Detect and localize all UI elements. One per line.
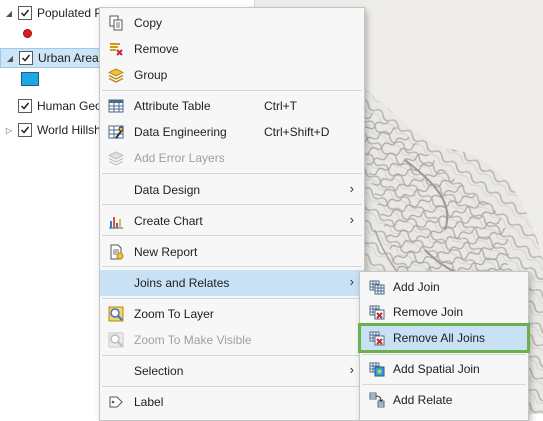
menu-label: Data Design [134,183,201,197]
submenu-item-add-relate[interactable]: Add Relate [360,387,528,413]
layer-name: Urban Areas [38,51,105,65]
submenu-arrow-icon: › [349,181,354,196]
copy-icon [109,15,123,31]
submenu-arrow-icon: › [349,212,354,227]
point-symbol-icon [23,29,32,38]
error-layers-icon [108,151,124,166]
layer-visibility-checkbox[interactable] [18,6,32,20]
menu-label: Zoom To Layer [134,307,214,321]
submenu-item-remove-all-joins[interactable]: Remove All Joins [358,323,530,353]
menu-shortcut: Ctrl+T [264,99,297,113]
menu-separator [102,298,362,299]
expand-icon[interactable]: ▷ [4,126,14,135]
menu-label: Zoom To Make Visible [134,333,252,347]
menu-label: Remove All Joins [393,331,486,345]
menu-label: Copy [134,16,163,30]
add-spatial-join-icon [369,362,385,377]
group-layers-icon [108,68,124,83]
menu-label: Add Join [393,280,440,294]
menu-item-new-report[interactable]: New Report [100,239,364,265]
layer-name: Human Geo [37,99,102,113]
table-icon [108,99,124,113]
menu-item-zoom-to-layer[interactable]: Zoom To Layer [100,301,364,327]
menu-item-group[interactable]: Group [100,62,364,88]
label-icon [109,396,123,408]
report-icon [110,244,124,260]
submenu-arrow-icon: › [349,362,354,377]
menu-label: Add Relate [393,393,453,407]
layer-visibility-checkbox[interactable] [18,99,32,113]
remove-layer-icon [110,43,123,56]
menu-label: Add Error Layers [134,151,225,165]
menu-label: Remove [134,42,179,56]
submenu-item-add-spatial-join[interactable]: Add Spatial Join [360,356,528,382]
menu-item-label[interactable]: Label [100,389,364,415]
menu-label: New Report [134,245,198,259]
menu-item-remove[interactable]: Remove [100,36,364,62]
menu-separator [362,384,526,385]
menu-item-copy[interactable]: Copy [100,10,364,36]
menu-item-add-error-layers: Add Error Layers [100,145,364,171]
menu-label: Add Spatial Join [393,362,480,376]
menu-item-create-chart[interactable]: Create Chart › [100,208,364,234]
menu-label: Selection [134,364,184,378]
joins-relates-submenu: Add Join Remove Join Remove All Joins Ad… [358,271,530,421]
menu-separator [102,266,362,267]
menu-label: Remove Join [393,305,464,319]
menu-item-selection[interactable]: Selection › [100,358,364,384]
polygon-symbol-icon [21,72,39,86]
layer-visibility-checkbox[interactable] [19,51,33,65]
menu-separator [102,355,362,356]
layer-visibility-checkbox[interactable] [18,123,32,137]
menu-separator [102,90,362,91]
submenu-item-remove-join[interactable]: Remove Join [360,299,528,325]
menu-item-attribute-table[interactable]: Attribute Table Ctrl+T [100,93,364,119]
menu-label: Attribute Table [134,99,211,113]
menu-item-zoom-to-make-visible: Zoom To Make Visible [100,327,364,353]
submenu-item-add-join[interactable]: Add Join [360,274,528,300]
data-engineering-icon [108,125,124,139]
menu-item-joins-and-relates[interactable]: Joins and Relates › [100,270,364,296]
menu-separator [362,354,526,355]
layer-row-urban-areas[interactable]: ◢ Urban Areas [0,48,110,68]
menu-label: Data Engineering [134,125,227,139]
menu-label: Label [134,395,164,409]
collapse-icon[interactable]: ◢ [4,9,14,18]
zoom-visible-icon [108,332,124,348]
menu-label: Group [134,68,168,82]
collapse-icon[interactable]: ◢ [5,54,15,63]
chart-icon [109,217,123,229]
menu-item-data-engineering[interactable]: Data Engineering Ctrl+Shift+D [100,119,364,145]
menu-separator [102,173,362,174]
remove-join-icon [369,305,385,320]
add-join-icon [369,280,385,295]
menu-label: Joins and Relates [134,276,230,290]
layer-name: Populated Pl [37,6,106,20]
menu-label: Create Chart [134,214,203,228]
remove-all-joins-icon [369,331,385,346]
menu-shortcut: Ctrl+Shift+D [264,125,330,139]
zoom-to-layer-icon [108,306,124,322]
menu-item-data-design[interactable]: Data Design › [100,177,364,203]
menu-separator [102,235,362,236]
layer-context-menu: Copy Remove Group Attribute Table Ctrl+T [99,7,365,421]
submenu-arrow-icon: › [349,274,354,289]
layer-name: World Hillsh [37,123,101,137]
menu-separator [102,204,362,205]
menu-separator [102,386,362,387]
add-relate-icon [369,392,385,408]
